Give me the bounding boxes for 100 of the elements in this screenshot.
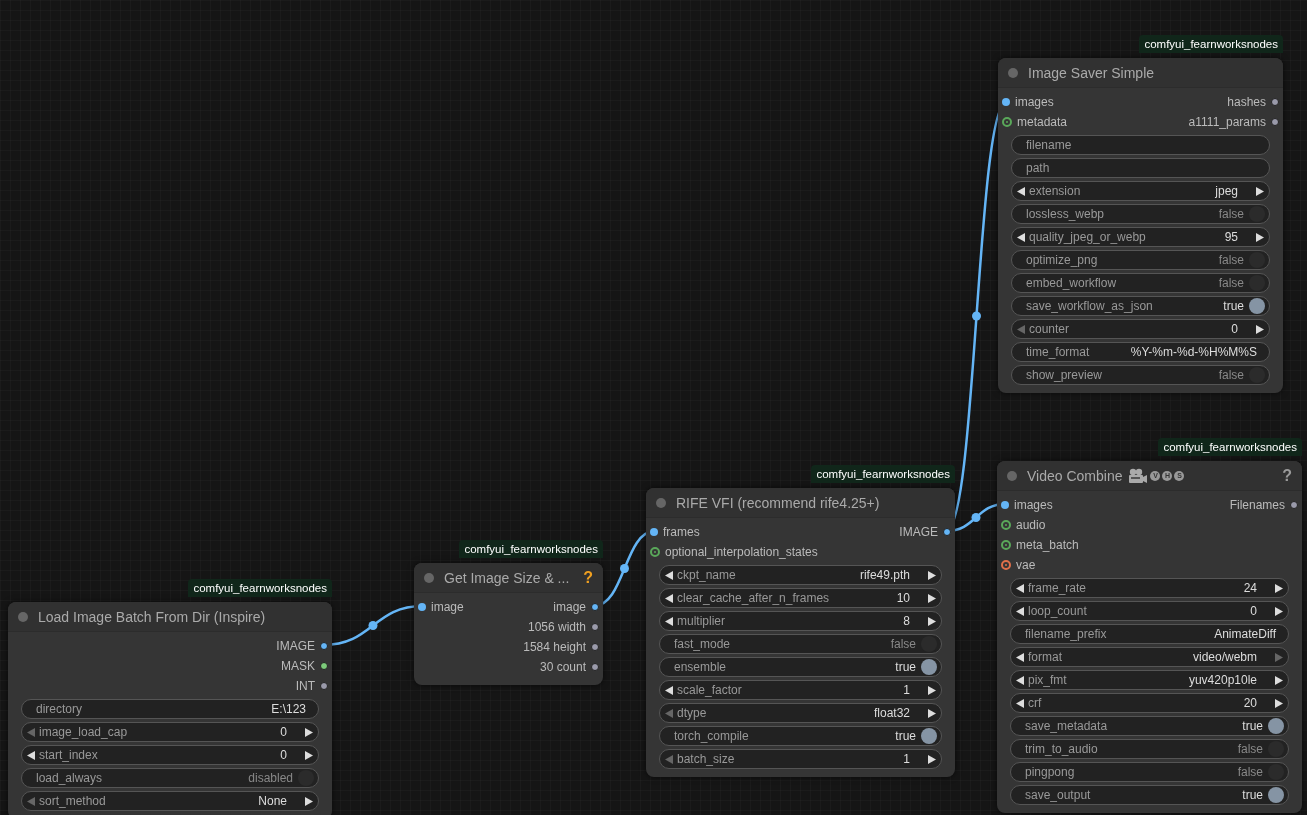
decrement-arrow-icon[interactable] xyxy=(1015,651,1025,663)
value-stepper[interactable]: quality_jpeg_or_webp 95 xyxy=(1011,227,1270,247)
increment-arrow-icon[interactable] xyxy=(1255,185,1265,197)
decrement-arrow-icon[interactable] xyxy=(664,569,674,581)
slot-dot[interactable] xyxy=(1271,118,1279,126)
toggle-knob[interactable] xyxy=(1249,367,1265,383)
increment-arrow-icon[interactable] xyxy=(304,795,314,807)
increment-arrow-icon[interactable] xyxy=(927,684,937,696)
slot-dot[interactable] xyxy=(1002,98,1010,106)
value-stepper[interactable]: batch_size 1 xyxy=(659,749,942,769)
toggle-switch[interactable]: save_output true xyxy=(1010,785,1289,805)
text-input-field[interactable]: directory E:\123 xyxy=(21,699,319,719)
decrement-arrow-icon[interactable] xyxy=(664,615,674,627)
increment-arrow-icon[interactable] xyxy=(1274,697,1284,709)
toggle-switch[interactable]: pingpong false xyxy=(1010,762,1289,782)
text-input-field[interactable]: path xyxy=(1011,158,1270,178)
toggle-knob[interactable] xyxy=(298,770,314,786)
slot-dot[interactable] xyxy=(1271,98,1279,106)
decrement-arrow-icon[interactable] xyxy=(1015,674,1025,686)
toggle-knob[interactable] xyxy=(1249,206,1265,222)
slot-dot[interactable] xyxy=(1290,501,1298,509)
toggle-switch[interactable]: optimize_png false xyxy=(1011,250,1270,270)
decrement-arrow-icon[interactable] xyxy=(1016,185,1026,197)
slot-dot[interactable] xyxy=(320,662,328,670)
increment-arrow-icon[interactable] xyxy=(927,753,937,765)
toggle-switch[interactable]: trim_to_audio false xyxy=(1010,739,1289,759)
value-stepper[interactable]: extension jpeg xyxy=(1011,181,1270,201)
toggle-switch[interactable]: show_preview false xyxy=(1011,365,1270,385)
slot-dot[interactable] xyxy=(1001,501,1009,509)
value-stepper[interactable]: ckpt_name rife49.pth xyxy=(659,565,942,585)
help-mark[interactable]: ? xyxy=(1282,466,1292,485)
slot-dot[interactable] xyxy=(418,603,426,611)
toggle-knob[interactable] xyxy=(1249,298,1265,314)
slot-dot[interactable] xyxy=(320,642,328,650)
slot-dot[interactable] xyxy=(1001,520,1011,530)
collapse-dot-icon[interactable] xyxy=(656,497,666,508)
increment-arrow-icon[interactable] xyxy=(1274,605,1284,617)
decrement-arrow-icon[interactable] xyxy=(1015,582,1025,594)
increment-arrow-icon[interactable] xyxy=(1255,323,1265,335)
slot-dot[interactable] xyxy=(591,663,599,671)
collapse-dot-icon[interactable] xyxy=(1007,470,1017,481)
value-stepper[interactable]: loop_count 0 xyxy=(1010,601,1289,621)
toggle-knob[interactable] xyxy=(1268,741,1284,757)
value-stepper[interactable]: clear_cache_after_n_frames 10 xyxy=(659,588,942,608)
toggle-knob[interactable] xyxy=(1268,787,1284,803)
decrement-arrow-icon[interactable] xyxy=(664,684,674,696)
slot-dot[interactable] xyxy=(650,547,660,557)
text-input-field[interactable]: filename_prefix AnimateDiff xyxy=(1010,624,1289,644)
slot-dot[interactable] xyxy=(943,528,951,536)
collapse-dot-icon[interactable] xyxy=(424,572,434,583)
toggle-switch[interactable]: save_metadata true xyxy=(1010,716,1289,736)
slot-dot[interactable] xyxy=(591,643,599,651)
help-mark[interactable]: ? xyxy=(583,568,593,587)
text-input-field[interactable]: filename xyxy=(1011,135,1270,155)
value-stepper[interactable]: format video/webm xyxy=(1010,647,1289,667)
value-stepper[interactable]: dtype float32 xyxy=(659,703,942,723)
increment-arrow-icon[interactable] xyxy=(1274,582,1284,594)
toggle-knob[interactable] xyxy=(1249,252,1265,268)
increment-arrow-icon[interactable] xyxy=(927,592,937,604)
value-stepper[interactable]: start_index 0 xyxy=(21,745,319,765)
toggle-switch[interactable]: load_always disabled xyxy=(21,768,319,788)
increment-arrow-icon[interactable] xyxy=(304,726,314,738)
slot-dot[interactable] xyxy=(650,528,658,536)
decrement-arrow-icon[interactable] xyxy=(1015,697,1025,709)
increment-arrow-icon[interactable] xyxy=(927,615,937,627)
slot-dot[interactable] xyxy=(1002,117,1012,127)
decrement-arrow-icon[interactable] xyxy=(26,749,36,761)
value-stepper[interactable]: pix_fmt yuv420p10le xyxy=(1010,670,1289,690)
collapse-dot-icon[interactable] xyxy=(18,611,28,622)
toggle-switch[interactable]: lossless_webp false xyxy=(1011,204,1270,224)
toggle-knob[interactable] xyxy=(1268,764,1284,780)
decrement-arrow-icon[interactable] xyxy=(1015,605,1025,617)
increment-arrow-icon[interactable] xyxy=(927,707,937,719)
toggle-switch[interactable]: embed_workflow false xyxy=(1011,273,1270,293)
toggle-switch[interactable]: save_workflow_as_json true xyxy=(1011,296,1270,316)
increment-arrow-icon[interactable] xyxy=(1255,231,1265,243)
toggle-knob[interactable] xyxy=(921,728,937,744)
slot-dot[interactable] xyxy=(1001,560,1011,570)
toggle-knob[interactable] xyxy=(1268,718,1284,734)
slot-dot[interactable] xyxy=(320,682,328,690)
value-stepper[interactable]: multiplier 8 xyxy=(659,611,942,631)
value-stepper[interactable]: counter 0 xyxy=(1011,319,1270,339)
decrement-arrow-icon[interactable] xyxy=(1016,231,1026,243)
toggle-knob[interactable] xyxy=(921,636,937,652)
value-stepper[interactable]: sort_method None xyxy=(21,791,319,811)
increment-arrow-icon[interactable] xyxy=(1274,674,1284,686)
toggle-switch[interactable]: torch_compile true xyxy=(659,726,942,746)
value-stepper[interactable]: image_load_cap 0 xyxy=(21,722,319,742)
slot-dot[interactable] xyxy=(1001,540,1011,550)
value-stepper[interactable]: crf 20 xyxy=(1010,693,1289,713)
toggle-knob[interactable] xyxy=(1249,275,1265,291)
slot-dot[interactable] xyxy=(591,603,599,611)
toggle-switch[interactable]: ensemble true xyxy=(659,657,942,677)
collapse-dot-icon[interactable] xyxy=(1008,67,1018,78)
decrement-arrow-icon[interactable] xyxy=(664,592,674,604)
increment-arrow-icon[interactable] xyxy=(927,569,937,581)
text-input-field[interactable]: time_format %Y-%m-%d-%H%M%S xyxy=(1011,342,1270,362)
increment-arrow-icon[interactable] xyxy=(304,749,314,761)
value-stepper[interactable]: frame_rate 24 xyxy=(1010,578,1289,598)
toggle-switch[interactable]: fast_mode false xyxy=(659,634,942,654)
